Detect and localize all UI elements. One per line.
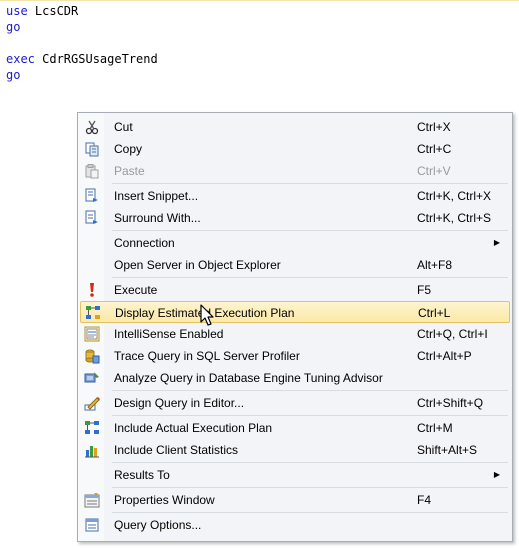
menu-item-analyze-query[interactable]: Analyze Query in Database Engine Tuning … [80, 367, 510, 389]
actual-plan-icon [84, 420, 100, 436]
menu-label: Execute [114, 283, 158, 297]
surround-icon [84, 210, 100, 226]
menu-shortcut: Shift+Alt+S [417, 443, 478, 457]
procedure-name: CdrRGSUsageTrend [34, 52, 158, 66]
menu-label: Include Actual Execution Plan [114, 421, 273, 435]
menu-shortcut: Ctrl+K, Ctrl+X [417, 189, 492, 203]
database-name: LcsCDR [27, 4, 79, 18]
menu-label: Paste [114, 164, 145, 178]
context-menu: Cut Ctrl+X Copy Ctrl+C Paste Ctrl+V Inse… [77, 112, 513, 542]
menu-label: Surround With... [114, 211, 201, 225]
menu-label: Design Query in Editor... [114, 396, 245, 410]
query-options-icon [84, 517, 100, 533]
properties-icon [84, 492, 100, 508]
menu-separator [112, 415, 508, 416]
keyword-go: go [6, 20, 21, 34]
menu-item-results-to[interactable]: Results To ▶ [80, 464, 510, 486]
menu-separator [112, 230, 508, 231]
code-line-1: use LcsCDR [6, 3, 158, 19]
menu-shortcut: Ctrl+V [417, 164, 451, 178]
menu-shortcut: Ctrl+K, Ctrl+S [417, 211, 492, 225]
menu-separator [112, 390, 508, 391]
menu-item-intellisense[interactable]: IntelliSense Enabled Ctrl+Q, Ctrl+I [80, 323, 510, 345]
menu-shortcut: F4 [417, 493, 432, 507]
scissors-icon [84, 119, 100, 135]
keyword-use: use [6, 4, 28, 18]
menu-shortcut: Alt+F8 [417, 258, 453, 272]
menu-shortcut: Ctrl+M [417, 421, 453, 435]
menu-label: Trace Query in SQL Server Profiler [114, 349, 300, 363]
copy-icon [84, 141, 100, 157]
editor-top-border [0, 0, 519, 1]
client-stats-icon [84, 442, 100, 458]
menu-label: Properties Window [114, 493, 215, 507]
menu-label: Cut [114, 120, 133, 134]
submenu-arrow-icon: ▶ [493, 238, 500, 247]
menu-shortcut: Ctrl+Shift+Q [417, 396, 484, 410]
menu-label: Query Options... [114, 518, 202, 532]
paste-icon [84, 163, 100, 179]
code-line-2: go [6, 19, 158, 35]
menu-item-copy[interactable]: Copy Ctrl+C [80, 138, 510, 160]
intellisense-icon [84, 326, 100, 342]
snippet-icon [84, 188, 100, 204]
sql-editor[interactable]: use LcsCDR go exec CdrRGSUsageTrend go [6, 3, 158, 83]
menu-item-cut[interactable]: Cut Ctrl+X [80, 116, 510, 138]
menu-shortcut: F5 [417, 283, 432, 297]
keyword-exec: exec [6, 52, 35, 66]
keyword-go-2: go [6, 68, 21, 82]
mouse-pointer-icon [200, 304, 214, 326]
menu-item-include-actual-plan[interactable]: Include Actual Execution Plan Ctrl+M [80, 417, 510, 439]
menu-separator [112, 183, 508, 184]
menu-item-trace-query[interactable]: Trace Query in SQL Server Profiler Ctrl+… [80, 345, 510, 367]
menu-label: Results To [114, 468, 170, 482]
menu-separator [112, 277, 508, 278]
menu-item-design-query[interactable]: Design Query in Editor... Ctrl+Shift+Q [80, 392, 510, 414]
menu-item-connection[interactable]: Connection ▶ [80, 232, 510, 254]
menu-shortcut: Ctrl+L [418, 306, 451, 320]
menu-item-open-server[interactable]: Open Server in Object Explorer Alt+F8 [80, 254, 510, 276]
menu-shortcut: Ctrl+Alt+P [417, 349, 472, 363]
menu-separator [112, 462, 508, 463]
menu-label: Insert Snippet... [114, 189, 199, 203]
menu-separator [112, 487, 508, 488]
tuning-advisor-icon [84, 370, 100, 386]
menu-item-insert-snippet[interactable]: Insert Snippet... Ctrl+K, Ctrl+X [80, 185, 510, 207]
menu-separator [112, 512, 508, 513]
code-line-4: exec CdrRGSUsageTrend [6, 51, 158, 67]
menu-item-properties-window[interactable]: Properties Window F4 [80, 489, 510, 511]
menu-item-paste[interactable]: Paste Ctrl+V [80, 160, 510, 182]
menu-shortcut: Ctrl+C [417, 142, 452, 156]
menu-label: Include Client Statistics [114, 443, 239, 457]
submenu-arrow-icon: ▶ [493, 470, 500, 479]
exclamation-icon [84, 282, 100, 298]
menu-item-query-options[interactable]: Query Options... [80, 514, 510, 536]
menu-item-execute[interactable]: Execute F5 [80, 279, 510, 301]
code-line-5: go [6, 67, 158, 83]
menu-label: Connection [114, 236, 175, 250]
menu-item-surround-with[interactable]: Surround With... Ctrl+K, Ctrl+S [80, 207, 510, 229]
menu-label: Copy [114, 142, 143, 156]
menu-item-display-estimated-plan[interactable]: Display Estimated Execution Plan Ctrl+L [80, 301, 510, 323]
menu-shortcut: Ctrl+X [417, 120, 451, 134]
menu-item-include-client-statistics[interactable]: Include Client Statistics Shift+Alt+S [80, 439, 510, 461]
profiler-icon [84, 348, 100, 364]
menu-shortcut: Ctrl+Q, Ctrl+I [417, 327, 488, 341]
estimated-plan-icon [85, 305, 101, 321]
menu-label: Open Server in Object Explorer [114, 258, 281, 272]
menu-label: Analyze Query in Database Engine Tuning … [114, 371, 383, 385]
design-query-icon [84, 395, 100, 411]
